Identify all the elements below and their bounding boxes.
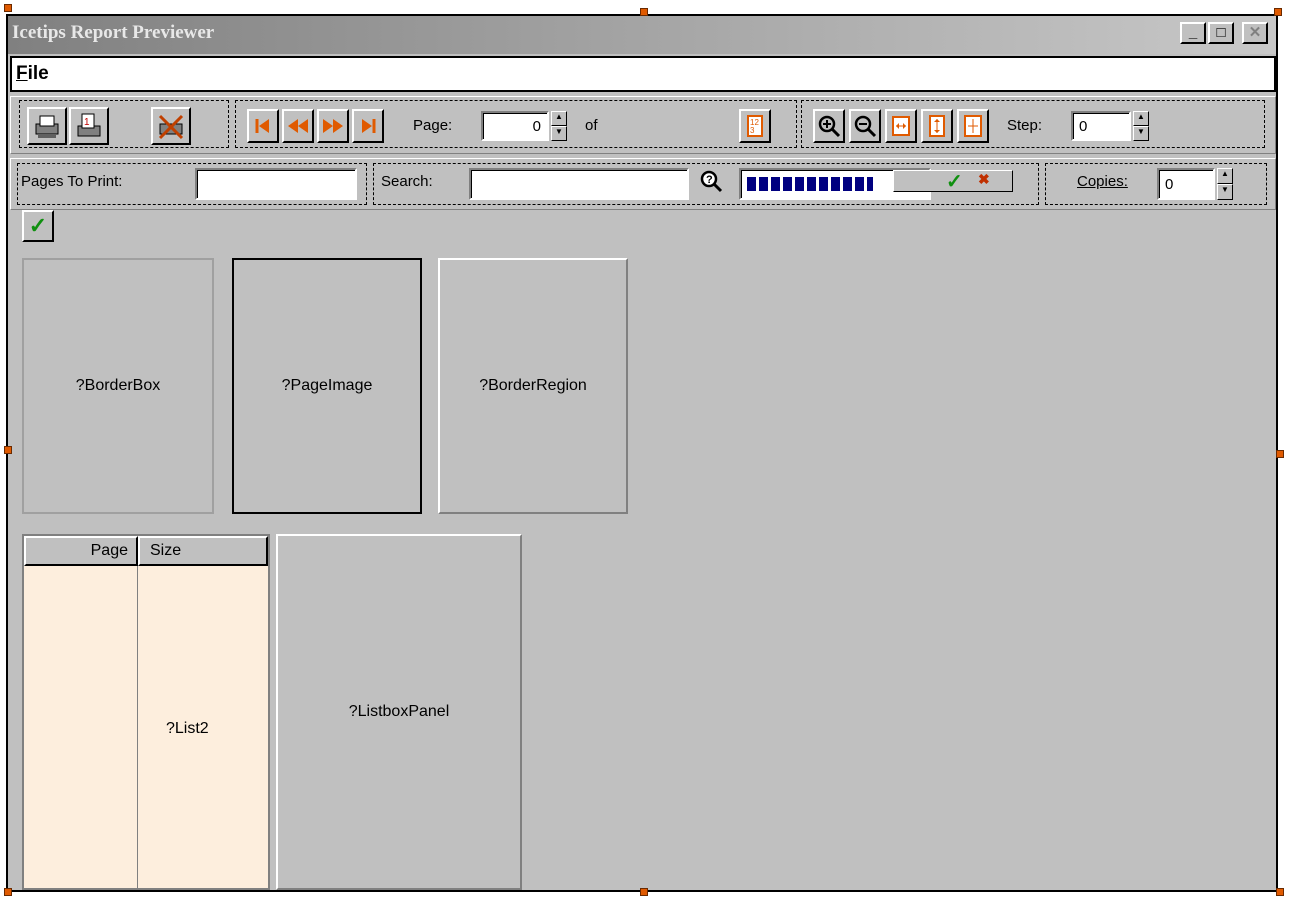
resize-handle-top-left[interactable] (4, 4, 12, 12)
progress-fill (747, 177, 873, 191)
spin-up-icon: ▲ (1133, 111, 1149, 126)
page-label: Page: (413, 117, 453, 134)
menu-file[interactable]: File (16, 63, 49, 85)
rewind-icon (288, 119, 308, 133)
resize-handle-top-right[interactable] (1274, 8, 1282, 16)
cancel-print-button[interactable] (151, 107, 191, 145)
search-input[interactable] (469, 168, 689, 200)
of-label: of (585, 117, 598, 134)
no-print-icon (158, 114, 184, 140)
spin-up-icon: ▲ (551, 111, 567, 126)
last-page-button[interactable] (352, 109, 384, 143)
print-options-toolbar: Pages To Print: Search: ? ✓ ✖ Copies: 0 … (10, 158, 1276, 210)
column-divider (137, 566, 138, 888)
pages-to-print-input[interactable] (195, 168, 357, 200)
fit-width-button[interactable] (885, 109, 917, 143)
list-label: ?List2 (166, 720, 209, 737)
navigation-toolbar: 1 Page: 0 ▲ ▼ of 12 3 Step: 0 ▲ ▼ (10, 96, 1276, 154)
search-label: Search: (381, 173, 433, 190)
copies-spinner[interactable]: ▲ ▼ (1217, 168, 1233, 200)
search-actions: ✓ ✖ (893, 169, 1013, 194)
resize-handle-left[interactable] (4, 446, 12, 454)
svg-text:3: 3 (750, 126, 755, 135)
page-order-icon: 123 (747, 115, 763, 137)
column-header-size[interactable]: Size (138, 536, 268, 566)
page-image-label: ?PageImage (281, 377, 373, 394)
minimize-button[interactable]: _ (1180, 22, 1206, 44)
last-page-icon (362, 119, 376, 133)
search-icon[interactable]: ? (699, 169, 725, 200)
listbox-panel-label: ?ListboxPanel (348, 703, 450, 720)
step-spinner[interactable]: ▲ ▼ (1133, 111, 1149, 141)
spin-up-icon: ▲ (1217, 168, 1233, 184)
copies-input[interactable]: 0 (1157, 168, 1215, 200)
fit-page-button[interactable] (957, 109, 989, 143)
maximize-button[interactable]: □ (1208, 22, 1234, 44)
window-title: Icetips Report Previewer (12, 22, 215, 43)
title-bar[interactable]: Icetips Report Previewer _ □ ✕ (8, 16, 1276, 54)
copies-label: Copies: (1077, 173, 1128, 190)
zoom-in-button[interactable] (813, 109, 845, 143)
spin-down-icon: ▼ (1133, 126, 1149, 141)
menu-bar: File (10, 56, 1276, 92)
close-button[interactable]: ✕ (1242, 22, 1268, 44)
border-box-label: ?BorderBox (75, 377, 161, 394)
resize-handle-top[interactable] (640, 8, 648, 16)
border-region-panel: ?BorderRegion (438, 258, 628, 514)
pages-to-print-label: Pages To Print: (21, 173, 123, 190)
report-previewer-window: Icetips Report Previewer _ □ ✕ File 1 Pa… (6, 14, 1278, 892)
previous-page-button[interactable] (282, 109, 314, 143)
zoom-out-button[interactable] (849, 109, 881, 143)
page-list-button[interactable]: 12 3 (739, 109, 771, 143)
print-button[interactable] (27, 107, 67, 145)
resize-handle-bottom-left[interactable] (4, 888, 12, 896)
ok-button[interactable]: ✓ (22, 210, 54, 242)
print-page-button[interactable]: 1 (69, 107, 109, 145)
svg-text:1: 1 (84, 117, 90, 128)
first-page-button[interactable] (247, 109, 279, 143)
fit-height-button[interactable] (921, 109, 953, 143)
zoom-in-icon (818, 115, 841, 138)
page-number-input[interactable]: 0 (481, 111, 549, 141)
resize-handle-bottom-right[interactable] (1276, 888, 1284, 896)
column-header-page[interactable]: Page (24, 536, 138, 566)
accept-search-icon[interactable]: ✓ (946, 169, 963, 194)
page-image-panel: ?PageImage (232, 258, 422, 514)
next-page-button[interactable] (317, 109, 349, 143)
page-list[interactable]: Page Size ?List2 (22, 534, 270, 890)
printer-icon (35, 115, 59, 138)
svg-text:?: ? (706, 174, 713, 186)
checkmark-icon: ✓ (28, 213, 48, 238)
spin-down-icon: ▼ (1217, 184, 1233, 200)
first-page-icon (255, 119, 269, 133)
step-input[interactable]: 0 (1071, 111, 1131, 141)
spin-down-icon: ▼ (551, 126, 567, 141)
page-spinner[interactable]: ▲ ▼ (551, 111, 567, 141)
resize-handle-right[interactable] (1276, 450, 1284, 458)
border-box-panel: ?BorderBox (22, 258, 214, 514)
cancel-search-icon[interactable]: ✖ (978, 171, 990, 188)
fit-height-icon (929, 115, 945, 137)
resize-handle-bottom[interactable] (640, 888, 648, 896)
fast-forward-icon (323, 119, 343, 133)
print-page-icon: 1 (77, 113, 101, 137)
step-label: Step: (1007, 117, 1043, 134)
fit-width-icon (892, 116, 910, 136)
border-region-label: ?BorderRegion (479, 377, 587, 394)
zoom-out-icon (854, 115, 877, 138)
fit-page-icon (964, 115, 982, 137)
listbox-panel: ?ListboxPanel (276, 534, 522, 890)
